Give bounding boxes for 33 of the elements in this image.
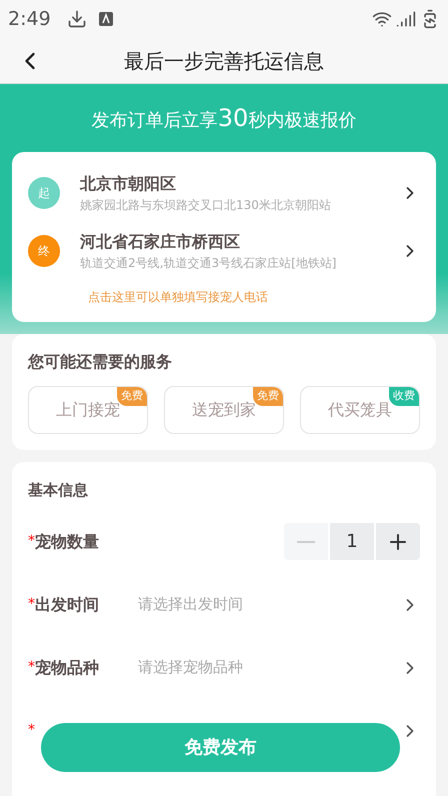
stop-address: 姚家园北路与东坝路交叉口北130米北京朝阳站 xyxy=(80,197,332,214)
signal-icon xyxy=(396,9,416,29)
select-field[interactable]: 请选择出发时间 xyxy=(138,593,243,616)
status-time: 2:49 xyxy=(8,6,51,32)
field-label: 宠物数量 xyxy=(35,530,99,552)
required-mark: * xyxy=(28,532,35,551)
stop-badge: 起 xyxy=(28,177,60,209)
section-title: 您可能还需要的服务 xyxy=(28,352,172,371)
service-option[interactable]: 送宠到家 免费 xyxy=(164,386,284,434)
service-tag: 收费 xyxy=(389,387,419,406)
stop-city: 北京市朝阳区 xyxy=(80,173,177,195)
service-tag: 免费 xyxy=(253,387,283,406)
stop-badge: 终 xyxy=(28,235,60,267)
banner-text: 发布订单后立享30秒内极速报价 xyxy=(92,103,356,134)
stop-address: 轨道交通2号线,轨道交通3号线石家庄站[地铁站] xyxy=(80,255,338,272)
required-mark: * xyxy=(28,595,35,614)
service-option[interactable]: 代买笼具 收费 xyxy=(300,386,420,434)
page-title: 最后一步完善托运信息 xyxy=(124,48,324,74)
service-option[interactable]: 上门接宠 免费 xyxy=(28,386,148,434)
required-mark: * xyxy=(28,658,35,677)
download-icon xyxy=(66,9,87,29)
phone-link[interactable]: 点击这里可以单独填写接宠人电话 xyxy=(88,288,420,306)
quantity-value: 1 xyxy=(330,523,374,560)
publish-button[interactable]: 免费发布 xyxy=(41,723,400,772)
section-title: 基本信息 xyxy=(28,481,88,499)
minus-icon xyxy=(297,540,315,542)
required-mark: * xyxy=(28,721,35,740)
stop-city: 河北省石家庄市桥西区 xyxy=(80,231,241,253)
select-field[interactable]: 请选择宠物品种 xyxy=(138,656,243,679)
notification-icon xyxy=(98,12,113,26)
field-label: 出发时间 xyxy=(35,594,99,616)
field-label: 宠物品种 xyxy=(35,656,99,678)
increment-button[interactable] xyxy=(376,523,420,560)
